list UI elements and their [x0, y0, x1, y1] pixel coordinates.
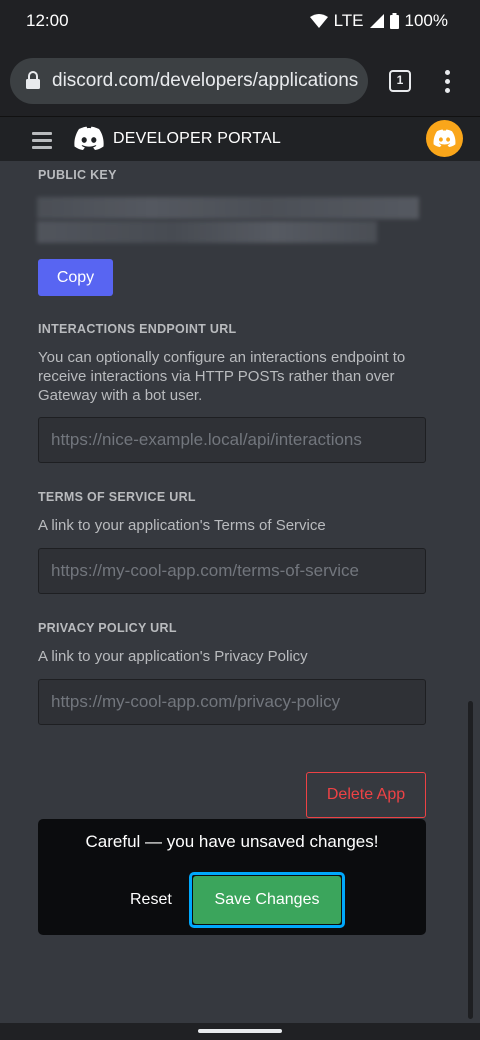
discord-avatar-icon [433, 129, 456, 147]
terms-of-service-description: A link to your application's Terms of Se… [38, 517, 326, 534]
user-avatar[interactable] [426, 120, 463, 157]
reset-button[interactable]: Reset [130, 891, 172, 909]
portal-header: DEVELOPER PORTAL [0, 116, 480, 161]
address-bar[interactable]: discord.com/developers/applications [10, 58, 368, 104]
scrollbar-thumb[interactable] [468, 701, 473, 1019]
more-menu-icon[interactable] [440, 70, 454, 94]
battery-label: 100% [404, 11, 448, 30]
privacy-policy-description: A link to your application's Privacy Pol… [38, 648, 308, 665]
signal-icon [369, 14, 384, 28]
interactions-endpoint-field[interactable] [38, 417, 426, 463]
status-icons: LTE 100% [309, 11, 448, 31]
hamburger-menu-icon[interactable] [32, 132, 52, 149]
unsaved-changes-bar: Careful — you have unsaved changes! Rese… [38, 819, 426, 935]
portal-title: DEVELOPER PORTAL [113, 130, 281, 147]
public-key-label: PUBLIC KEY [38, 168, 117, 182]
status-time: 12:00 [26, 11, 69, 30]
home-gesture-handle[interactable] [198, 1029, 282, 1033]
wifi-icon [309, 14, 328, 28]
terms-of-service-field[interactable] [38, 548, 426, 594]
url-text: discord.com/developers/applications [52, 70, 359, 91]
unsaved-changes-message: Careful — you have unsaved changes! [85, 832, 379, 851]
network-label: LTE [333, 11, 364, 30]
public-key-value-redacted-line2 [37, 221, 377, 243]
system-nav-bar [0, 1023, 480, 1040]
terms-of-service-label: TERMS OF SERVICE URL [38, 490, 196, 504]
copy-button[interactable]: Copy [38, 259, 113, 296]
interactions-endpoint-label: INTERACTIONS ENDPOINT URL [38, 322, 237, 336]
save-changes-label: Save Changes [193, 876, 341, 924]
interactions-endpoint-description: You can optionally configure an interact… [38, 349, 406, 404]
terms-of-service-input[interactable] [39, 549, 425, 593]
battery-icon [389, 13, 399, 29]
privacy-policy-label: PRIVACY POLICY URL [38, 621, 177, 635]
privacy-policy-input[interactable] [39, 680, 425, 724]
privacy-policy-field[interactable] [38, 679, 426, 725]
public-key-value-redacted [37, 197, 419, 219]
status-bar: 12:00 LTE 100% [0, 0, 480, 44]
main-content: PUBLIC KEY Copy INTERACTIONS ENDPOINT UR… [0, 161, 480, 1023]
lock-icon [26, 71, 40, 89]
save-changes-button[interactable]: Save Changes [189, 872, 345, 928]
discord-logo-icon [74, 126, 104, 150]
delete-app-button[interactable]: Delete App [306, 772, 426, 818]
tab-switcher-button[interactable]: 1 [389, 70, 411, 92]
browser-toolbar: discord.com/developers/applications 1 [0, 44, 480, 116]
interactions-endpoint-input[interactable] [39, 418, 425, 462]
